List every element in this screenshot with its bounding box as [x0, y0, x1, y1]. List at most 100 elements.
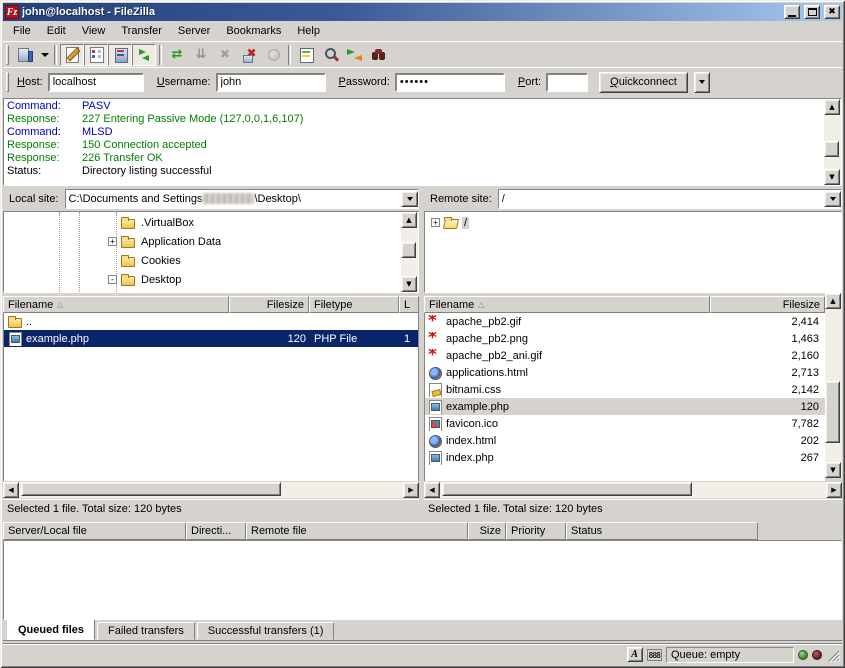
toolbar-separator[interactable] [54, 45, 57, 65]
menu-item[interactable]: Transfer [113, 23, 170, 39]
file-row[interactable]: example.php 120 PHP File 1 [4, 330, 418, 347]
queue-header-cell[interactable]: Priority [506, 522, 566, 540]
port-input[interactable] [546, 73, 588, 92]
scroll-down-icon[interactable]: ▼ [824, 169, 840, 185]
file-row[interactable]: applications.html 2,713 [425, 364, 825, 381]
username-input[interactable] [216, 73, 326, 92]
password-input[interactable] [395, 73, 505, 92]
remote-path-combobox[interactable]: / [498, 189, 842, 209]
file-row[interactable]: index.html 202 [425, 432, 825, 449]
quickconnect-button[interactable]: Quickconnect [599, 72, 688, 93]
queue-tab[interactable]: Queued files [7, 619, 95, 640]
file-row[interactable]: apache_pb2.png 1,463 [425, 330, 825, 347]
remote-header-filesize[interactable]: Filesize [710, 296, 825, 313]
scroll-up-icon[interactable]: ▲ [401, 212, 417, 228]
menu-item[interactable]: Bookmarks [218, 23, 289, 39]
tree-expander[interactable]: - [108, 275, 117, 284]
local-header-filesize[interactable]: Filesize [229, 296, 309, 313]
file-row[interactable]: favicon.ico 7,782 [425, 415, 825, 432]
scroll-left-icon[interactable]: ◀ [3, 482, 19, 498]
remote-header-filename[interactable]: Filename△ [424, 296, 710, 313]
queue-header-cell[interactable]: Status [566, 522, 758, 540]
menu-item[interactable]: View [74, 23, 114, 39]
remote-hscrollbar[interactable]: ◀ ▶ [424, 482, 842, 498]
scroll-down-icon[interactable]: ▼ [401, 276, 417, 292]
queue-tab[interactable]: Successful transfers (1) [197, 622, 335, 640]
toolbar-separator[interactable] [159, 45, 162, 65]
scroll-right-icon[interactable]: ▶ [826, 482, 842, 498]
app-icon[interactable]: Fz [5, 5, 19, 19]
minimize-button[interactable] [784, 5, 800, 19]
scroll-down-icon[interactable]: ▼ [825, 462, 841, 478]
menu-item[interactable]: Server [170, 23, 218, 39]
file-row[interactable]: bitnami.css 2,142 [425, 381, 825, 398]
queue-header-cell[interactable]: Server/Local file [3, 522, 186, 540]
remote-vscrollbar[interactable]: ▲ ▼ [825, 293, 842, 478]
scroll-thumb[interactable] [825, 381, 840, 443]
tree-expander[interactable]: + [108, 237, 117, 246]
scroll-thumb[interactable] [401, 242, 416, 258]
remote-path-dropdown[interactable] [824, 191, 841, 207]
site-manager-dropdown[interactable] [36, 44, 51, 66]
tree-expander[interactable] [108, 256, 117, 265]
queue-header-cell[interactable]: Remote file [246, 522, 468, 540]
log-scrollbar[interactable]: ▲ ▼ [824, 99, 841, 185]
maximize-button[interactable] [804, 5, 820, 19]
file-row[interactable]: .. [4, 313, 418, 330]
file-row[interactable]: example.php 120 [425, 398, 825, 415]
scroll-up-icon[interactable]: ▲ [825, 293, 841, 309]
queue-header-cell[interactable]: Size [468, 522, 506, 540]
synchronized-browsing-button[interactable] [342, 44, 366, 66]
toggle-local-tree-button[interactable] [84, 44, 108, 66]
file-row[interactable]: index.php 267 [425, 449, 825, 466]
menu-item[interactable]: Help [289, 23, 328, 39]
tree-item[interactable]: - Desktop [4, 270, 401, 289]
scroll-thumb[interactable] [824, 141, 839, 157]
local-header-filetype[interactable]: Filetype [309, 296, 399, 313]
quickbar-grip[interactable] [6, 72, 9, 92]
tree-expander[interactable]: + [431, 218, 440, 227]
host-input[interactable] [48, 73, 144, 92]
file-row[interactable]: apache_pb2_ani.gif 2,160 [425, 347, 825, 364]
tree-item[interactable]: + Application Data [4, 232, 401, 251]
tree-item[interactable]: Cookies [4, 251, 401, 270]
toggle-queue-button[interactable] [132, 44, 156, 66]
transfer-type-indicator[interactable]: A [627, 647, 643, 662]
speed-limits-icon[interactable]: 888 [647, 649, 662, 661]
local-header-lastmodified[interactable]: L [399, 296, 419, 313]
local-hscrollbar[interactable]: ◀ ▶ [3, 482, 419, 498]
toggle-remote-tree-button[interactable] [108, 44, 132, 66]
cancel-operation-button[interactable] [213, 44, 237, 66]
scroll-right-icon[interactable]: ▶ [403, 482, 419, 498]
scroll-thumb[interactable] [442, 482, 692, 496]
queue-body[interactable] [3, 540, 842, 620]
disconnect-button[interactable] [237, 44, 261, 66]
reconnect-button[interactable] [261, 44, 285, 66]
process-queue-button[interactable] [189, 44, 213, 66]
close-button[interactable]: ✖ [824, 5, 840, 19]
local-tree-scrollbar[interactable]: ▲ ▼ [401, 212, 418, 292]
toolbar-separator[interactable] [288, 45, 291, 65]
find-files-button[interactable] [366, 44, 390, 66]
local-header-filename[interactable]: Filename△ [3, 296, 229, 313]
scroll-left-icon[interactable]: ◀ [424, 482, 440, 498]
directory-comparison-button[interactable] [294, 44, 318, 66]
scroll-up-icon[interactable]: ▲ [824, 99, 840, 115]
filename-filters-button[interactable] [318, 44, 342, 66]
local-path-combobox[interactable]: C:\Documents and Settings\Desktop\ [65, 189, 419, 209]
tree-item[interactable]: .VirtualBox [4, 213, 401, 232]
refresh-button[interactable] [165, 44, 189, 66]
queue-header-cell[interactable]: Directi... [186, 522, 246, 540]
resize-grip[interactable] [826, 648, 840, 662]
site-manager-button[interactable] [12, 44, 36, 66]
toolbar-grip[interactable] [6, 45, 9, 65]
tree-item[interactable]: + / [425, 213, 841, 232]
quickconnect-dropdown[interactable] [694, 72, 710, 93]
local-path-dropdown[interactable] [401, 191, 418, 207]
queue-tab[interactable]: Failed transfers [97, 622, 195, 640]
file-row[interactable]: apache_pb2.gif 2,414 [425, 313, 825, 330]
menu-item[interactable]: Edit [39, 23, 74, 39]
scroll-thumb[interactable] [21, 482, 281, 496]
tree-expander[interactable] [108, 218, 117, 227]
menu-item[interactable]: File [5, 23, 39, 39]
